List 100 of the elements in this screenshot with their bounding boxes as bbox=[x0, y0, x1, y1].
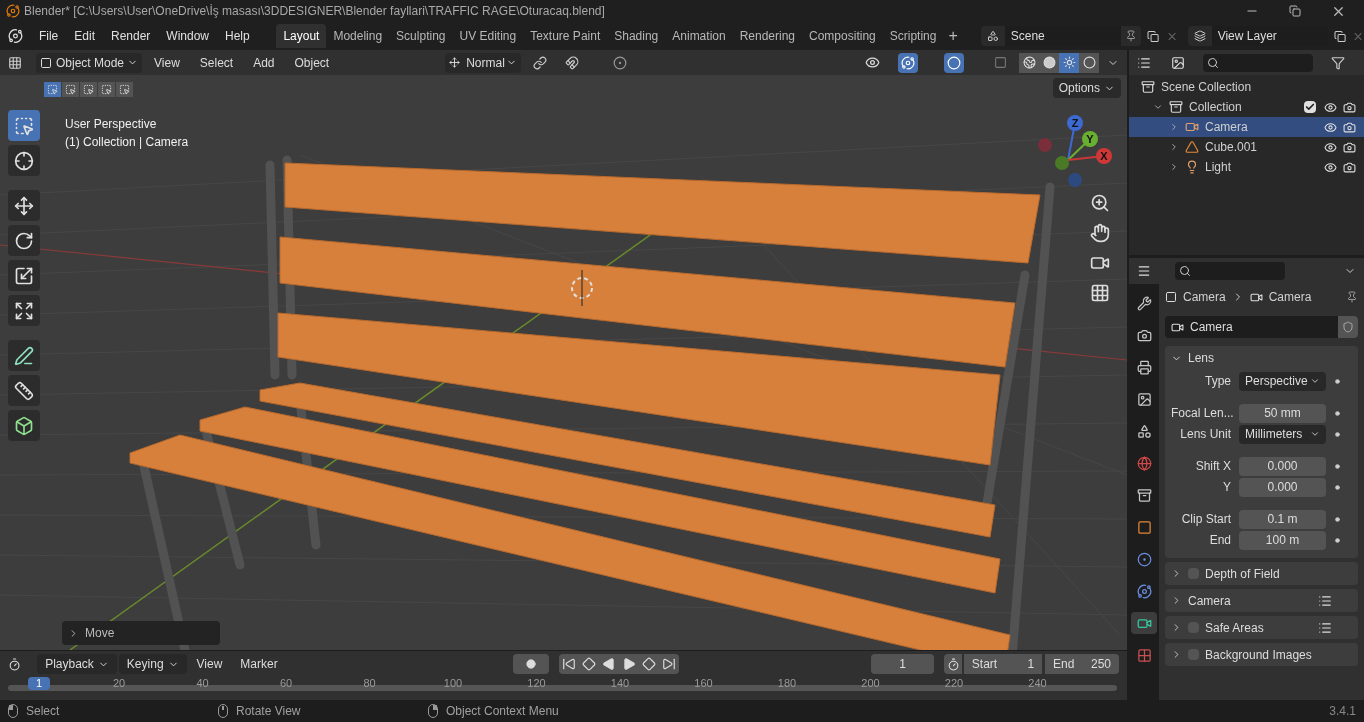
grid-icon[interactable] bbox=[1090, 283, 1110, 303]
keyframe-dot-icon[interactable] bbox=[1335, 410, 1340, 416]
jump-end-icon[interactable] bbox=[661, 657, 676, 671]
zoom-icon[interactable] bbox=[1090, 193, 1110, 213]
tool-button[interactable] bbox=[8, 340, 40, 371]
view-layer-selector[interactable]: View Layer bbox=[1187, 26, 1328, 46]
overlay-toggle[interactable] bbox=[944, 52, 964, 73]
magnet-icon[interactable] bbox=[565, 55, 580, 70]
shading-button[interactable] bbox=[1079, 52, 1099, 73]
new-scene-icon[interactable] bbox=[1147, 29, 1160, 43]
axis-handle[interactable] bbox=[1068, 173, 1082, 187]
keyframe-dot-icon[interactable] bbox=[1335, 463, 1340, 469]
menu-item[interactable]: Select bbox=[191, 53, 242, 72]
select-mode-button[interactable] bbox=[98, 82, 115, 97]
tool-button[interactable] bbox=[8, 260, 40, 291]
workspace-tab[interactable]: Animation bbox=[665, 24, 733, 48]
search-field[interactable] bbox=[1203, 53, 1313, 72]
collapsed-panel[interactable]: Safe Areas bbox=[1165, 616, 1358, 639]
proportional-icon[interactable] bbox=[613, 55, 628, 70]
menu-item[interactable]: Render bbox=[102, 27, 159, 45]
preview-range-button[interactable] bbox=[944, 654, 962, 674]
blender-logo-icon[interactable] bbox=[8, 28, 23, 44]
menu-item[interactable]: Edit bbox=[66, 27, 103, 45]
shading-button[interactable] bbox=[1059, 52, 1079, 73]
keyframe-dot-icon[interactable] bbox=[1335, 431, 1340, 437]
outliner-row[interactable]: Light bbox=[1129, 157, 1364, 177]
menu-item[interactable]: View bbox=[188, 654, 231, 674]
orientation-dropdown[interactable]: Normal bbox=[445, 52, 522, 73]
workspace-tab[interactable]: Sculpting bbox=[389, 24, 453, 48]
select-mode-button[interactable] bbox=[80, 82, 97, 97]
workspace-tab[interactable]: Compositing bbox=[802, 24, 883, 48]
menu-item[interactable]: Help bbox=[217, 27, 258, 45]
pin-icon[interactable] bbox=[1125, 30, 1138, 42]
current-frame-badge[interactable]: 1 bbox=[28, 677, 50, 690]
shading-button[interactable] bbox=[1039, 52, 1059, 73]
mode-dropdown[interactable]: Object Mode bbox=[36, 52, 142, 73]
menu-item[interactable]: Add bbox=[245, 53, 283, 72]
number-field[interactable]: 50 mm bbox=[1239, 403, 1326, 423]
select-mode-button[interactable] bbox=[116, 82, 133, 97]
workspace-tab[interactable]: Rendering bbox=[732, 24, 803, 48]
display-mode-icon[interactable] bbox=[1171, 55, 1185, 70]
gizmo-toggle[interactable] bbox=[898, 52, 918, 73]
number-field[interactable]: 0.000 bbox=[1239, 477, 1326, 497]
collapsed-panel[interactable]: Depth of Field bbox=[1165, 562, 1358, 585]
viewport[interactable]: Object Mode View Select Add Object Normal Options User Perspective (1) Collection | Camera Z Y X Move bbox=[0, 50, 1127, 650]
select-mode-button[interactable] bbox=[44, 82, 61, 97]
axis-handle[interactable] bbox=[1038, 138, 1052, 152]
search-field[interactable] bbox=[1175, 262, 1285, 280]
filter-icon[interactable] bbox=[1331, 55, 1345, 70]
end-frame-field[interactable]: End 250 bbox=[1045, 654, 1119, 674]
menu-item[interactable]: Window bbox=[158, 27, 217, 45]
axis-handle[interactable]: X bbox=[1096, 148, 1112, 164]
fake-user-button[interactable] bbox=[1338, 316, 1358, 338]
checkbox[interactable] bbox=[1304, 101, 1316, 113]
link-icon[interactable] bbox=[533, 55, 548, 70]
keyframe-dot-icon[interactable] bbox=[1335, 537, 1340, 543]
tool-button[interactable] bbox=[8, 190, 40, 221]
eye-icon[interactable] bbox=[1324, 140, 1337, 154]
tool-button[interactable] bbox=[8, 225, 40, 256]
data-name-field[interactable]: Camera bbox=[1165, 316, 1358, 338]
eye-icon[interactable] bbox=[1324, 120, 1337, 134]
eye-icon[interactable] bbox=[1324, 160, 1337, 174]
axis-handle[interactable]: Z bbox=[1067, 115, 1083, 131]
menu-item[interactable]: File bbox=[30, 27, 67, 45]
options-dropdown[interactable]: Options bbox=[1052, 78, 1121, 98]
prev-keyframe-icon[interactable] bbox=[581, 657, 596, 671]
menu-item[interactable]: Marker bbox=[232, 654, 286, 674]
keyframe-dot-icon[interactable] bbox=[1335, 484, 1340, 490]
add-workspace-button[interactable]: + bbox=[943, 24, 963, 48]
select-mode-button[interactable] bbox=[62, 82, 79, 97]
jump-start-icon[interactable] bbox=[561, 657, 576, 671]
hand-icon[interactable] bbox=[1090, 223, 1110, 243]
workspace-tab[interactable]: Modeling bbox=[326, 24, 390, 48]
clock-icon[interactable] bbox=[8, 656, 22, 672]
camera-icon[interactable] bbox=[1343, 100, 1356, 114]
tool-button[interactable] bbox=[8, 145, 40, 176]
axis-handle[interactable] bbox=[1055, 156, 1069, 170]
tool-button[interactable] bbox=[8, 295, 40, 326]
camera-icon[interactable] bbox=[1343, 140, 1356, 154]
axis-handle[interactable]: Y bbox=[1082, 131, 1098, 147]
last-operator-panel[interactable]: Move bbox=[62, 621, 220, 645]
outliner-row[interactable]: Camera bbox=[1129, 117, 1364, 137]
xray-icon[interactable] bbox=[994, 56, 1007, 69]
next-keyframe-icon[interactable] bbox=[641, 657, 656, 671]
keyframe-dot-icon[interactable] bbox=[1335, 516, 1340, 522]
workspace-tab[interactable]: Layout bbox=[276, 24, 327, 48]
timeline-scrollbar[interactable] bbox=[8, 685, 1117, 691]
outliner-row[interactable]: Scene Collection bbox=[1129, 77, 1364, 97]
list-icon[interactable] bbox=[1318, 620, 1332, 635]
workspace-tab[interactable]: Scripting bbox=[882, 24, 944, 48]
editor-type-icon[interactable] bbox=[8, 55, 22, 70]
workspace-tab[interactable]: Shading bbox=[607, 24, 666, 48]
play-icon[interactable] bbox=[621, 657, 636, 671]
number-field[interactable]: 0.1 m bbox=[1239, 509, 1326, 529]
list-icon[interactable] bbox=[1318, 593, 1332, 608]
number-field[interactable]: 100 m bbox=[1239, 530, 1326, 550]
menu-item[interactable]: View bbox=[146, 53, 188, 72]
play-reverse-icon[interactable] bbox=[601, 657, 616, 671]
outliner-row[interactable]: Cube.001 bbox=[1129, 137, 1364, 157]
new-layer-icon[interactable] bbox=[1333, 29, 1346, 43]
